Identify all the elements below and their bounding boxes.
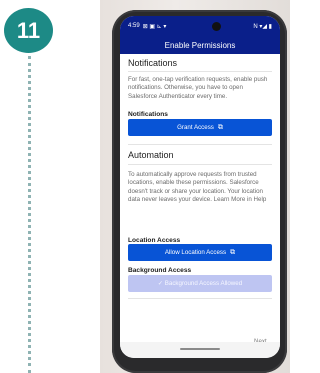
navigation-bar — [120, 342, 280, 358]
external-link-icon: ⧉ — [230, 248, 236, 256]
status-notification-icons: ⊠ ▣ ⊾ ▾ — [142, 23, 167, 30]
background-access-label: Background Access — [128, 267, 192, 274]
background-access-allowed-label: ✓ Background Access Allowed — [157, 280, 243, 287]
home-indicator[interactable] — [180, 348, 220, 350]
section-divider — [128, 144, 272, 145]
step-number-badge: 11 — [4, 8, 53, 53]
automation-description: To automatically approve requests from t… — [128, 171, 267, 204]
location-access-label: Location Access — [128, 237, 181, 244]
status-bar: 4:59 ⊠ ▣ ⊾ ▾ N ▾◢ ▮ — [120, 16, 280, 36]
camera-cutout-icon — [212, 21, 222, 31]
step-connector-line — [28, 56, 31, 373]
page-title: Enable Permissions — [164, 40, 236, 50]
status-signal-battery-icons: N ▾◢ ▮ — [253, 23, 272, 30]
grant-access-button[interactable]: Grant Access ⧉ — [128, 119, 272, 136]
grant-access-label: Grant Access — [177, 124, 214, 131]
notifications-label: Notifications — [128, 111, 168, 118]
section-divider — [128, 164, 272, 165]
notifications-heading: Notifications — [128, 58, 178, 68]
allow-location-access-button[interactable]: Allow Location Access ⧉ — [128, 244, 272, 261]
status-left: 4:59 ⊠ ▣ ⊾ ▾ — [128, 23, 166, 30]
app-header: Enable Permissions — [120, 36, 280, 54]
section-divider — [128, 71, 272, 72]
notifications-description: For fast, one-tap verification requests,… — [128, 76, 268, 100]
footer-divider — [128, 298, 272, 299]
status-time: 4:59 — [128, 23, 140, 29]
phone-screen: 4:59 ⊠ ▣ ⊾ ▾ N ▾◢ ▮ Enable Permissions N… — [120, 16, 280, 358]
background-access-allowed-button: ✓ Background Access Allowed — [128, 275, 272, 292]
allow-location-access-label: Allow Location Access — [164, 249, 227, 256]
automation-heading: Automation — [128, 150, 174, 160]
external-link-icon: ⧉ — [217, 123, 223, 131]
